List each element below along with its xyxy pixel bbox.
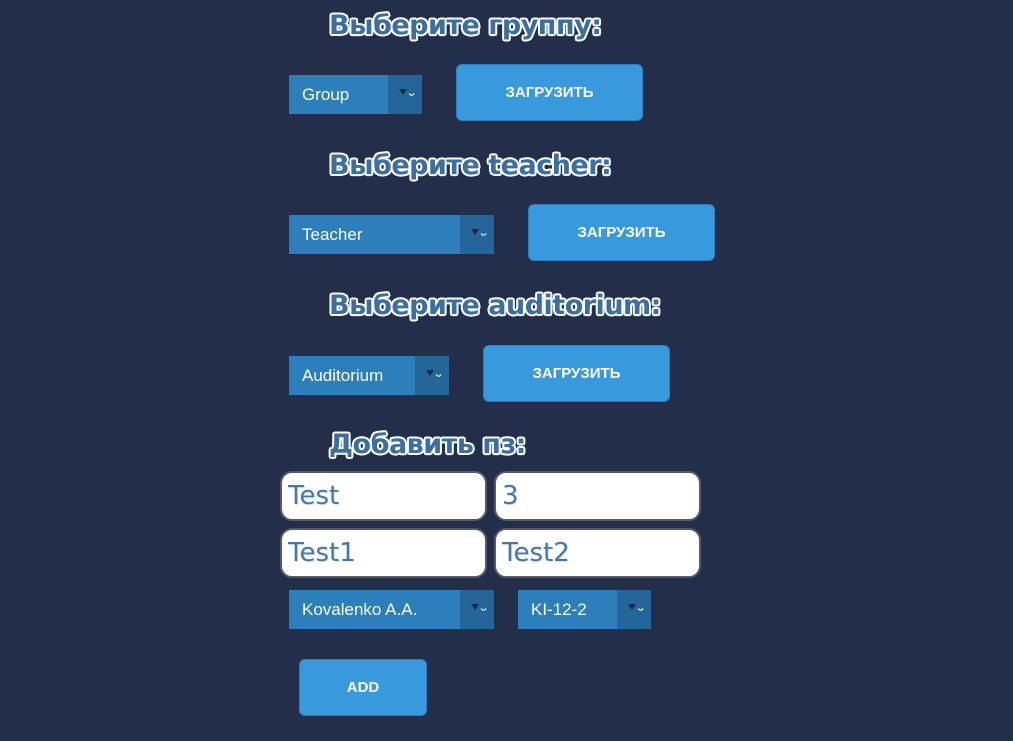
- lesson-group-select-value: KI-12-2: [531, 600, 587, 619]
- group-heading: Выберите группу:: [329, 10, 602, 41]
- group-select-value: Group: [302, 85, 350, 104]
- teacher-heading: Выберите teacher:: [329, 150, 612, 181]
- chevron-down-icon: ⌄: [477, 226, 490, 239]
- load-group-button[interactable]: ЗАГРУЗИТЬ: [456, 64, 643, 121]
- chevron-down-icon: ⌄: [634, 601, 647, 614]
- lesson-name-field[interactable]: [280, 471, 487, 521]
- auditorium-select-value: Auditorium: [302, 366, 384, 385]
- chevron-down-icon: ⌄: [477, 601, 490, 614]
- auditorium-select[interactable]: Auditorium ⌄: [289, 356, 449, 395]
- load-auditorium-button[interactable]: ЗАГРУЗИТЬ: [483, 345, 670, 402]
- lesson-field-4[interactable]: [494, 528, 701, 578]
- load-teacher-button[interactable]: ЗАГРУЗИТЬ: [528, 204, 715, 261]
- lesson-teacher-select[interactable]: Kovalenko A.A. ⌄: [289, 590, 494, 629]
- add-lesson-heading: Добавить пз:: [329, 429, 526, 460]
- group-select[interactable]: Group ⌄: [289, 75, 422, 114]
- lesson-group-select-arrow: ⌄: [617, 590, 651, 629]
- add-button[interactable]: ADD: [299, 659, 427, 716]
- chevron-down-icon: ⌄: [405, 86, 418, 99]
- lesson-teacher-select-value: Kovalenko A.A.: [302, 600, 418, 619]
- auditorium-heading: Выберите auditorium:: [329, 290, 661, 321]
- teacher-select-value: Teacher: [302, 225, 363, 244]
- chevron-down-icon: ⌄: [432, 367, 445, 380]
- lesson-group-select[interactable]: KI-12-2 ⌄: [518, 590, 651, 629]
- teacher-select[interactable]: Teacher ⌄: [289, 215, 494, 254]
- lesson-field-3[interactable]: [280, 528, 487, 578]
- group-select-arrow: ⌄: [388, 75, 422, 114]
- auditorium-select-arrow: ⌄: [415, 356, 449, 395]
- lesson-teacher-select-arrow: ⌄: [460, 590, 494, 629]
- teacher-select-arrow: ⌄: [460, 215, 494, 254]
- lesson-number-field[interactable]: [494, 471, 701, 521]
